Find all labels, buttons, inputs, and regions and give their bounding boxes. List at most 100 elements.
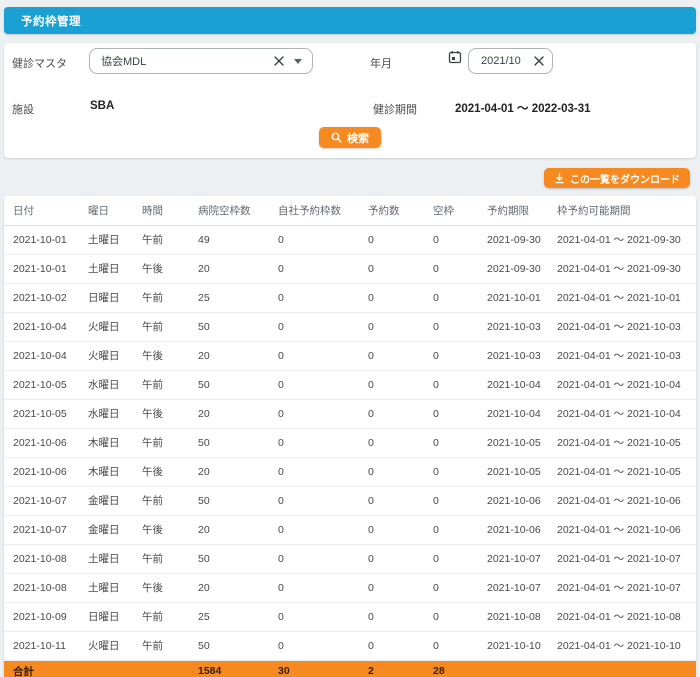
table-cell: 土曜日	[88, 254, 142, 283]
table-cell: 水曜日	[88, 370, 142, 399]
table-cell: 日曜日	[88, 283, 142, 312]
table-cell: 火曜日	[88, 312, 142, 341]
table-cell: 午前	[142, 312, 198, 341]
month-clear-icon[interactable]	[532, 54, 546, 68]
table-cell: 20	[198, 457, 278, 486]
table-cell: 0	[433, 254, 487, 283]
table-cell: 2021-10-05	[487, 457, 557, 486]
table-cell: 午前	[142, 486, 198, 515]
table-cell: 0	[433, 544, 487, 573]
table-cell: 0	[278, 254, 368, 283]
download-icon	[554, 173, 565, 184]
table-body: 2021-10-01土曜日午前490002021-09-302021-04-01…	[4, 225, 696, 660]
chevron-down-icon[interactable]	[294, 59, 302, 64]
table-cell: 2021-10-04	[487, 370, 557, 399]
table-cell: 0	[433, 399, 487, 428]
table-cell: 土曜日	[88, 225, 142, 254]
table-cell: 0	[433, 631, 487, 660]
table-cell: 午前	[142, 370, 198, 399]
table-cell: 20	[198, 341, 278, 370]
table-row: 2021-10-08土曜日午前500002021-10-072021-04-01…	[4, 544, 696, 573]
table-cell: 2021-10-09	[4, 602, 88, 631]
table-cell: 2021-10-07	[4, 486, 88, 515]
table-cell: 50	[198, 544, 278, 573]
footer-empty-cell	[142, 660, 198, 677]
table-cell: 49	[198, 225, 278, 254]
download-button-label: この一覧をダウンロード	[570, 171, 680, 186]
table-cell: 2021-04-01 ～ 2021-09-30	[557, 225, 696, 254]
page-title-bar: 予約枠管理	[4, 7, 696, 34]
table-cell: 2021-04-01 ～ 2021-10-08	[557, 602, 696, 631]
table-row: 2021-10-07金曜日午後200002021-10-062021-04-01…	[4, 515, 696, 544]
table-cell: 0	[368, 254, 433, 283]
table-cell: 2021-04-01 ～ 2021-10-03	[557, 312, 696, 341]
table-cell: 0	[278, 341, 368, 370]
table-cell: 2021-10-05	[487, 428, 557, 457]
table-cell: 2021-10-03	[487, 312, 557, 341]
table-footer-row: 合計 1584 30 2 28	[4, 660, 696, 677]
table-cell: 0	[368, 312, 433, 341]
table-row: 2021-10-02日曜日午前250002021-10-012021-04-01…	[4, 283, 696, 312]
footer-empty-cell	[557, 660, 696, 677]
table-cell: 0	[278, 602, 368, 631]
table-row: 2021-10-05水曜日午前500002021-10-042021-04-01…	[4, 370, 696, 399]
table-cell: 2021-04-01 ～ 2021-10-01	[557, 283, 696, 312]
table-cell: 午前	[142, 544, 198, 573]
table-cell: 0	[278, 631, 368, 660]
table-row: 2021-10-01土曜日午後200002021-09-302021-04-01…	[4, 254, 696, 283]
table-cell: 0	[433, 602, 487, 631]
table-cell: 0	[278, 428, 368, 457]
footer-empty-cell	[487, 660, 557, 677]
download-list-button[interactable]: この一覧をダウンロード	[544, 168, 690, 188]
table-cell: 午後	[142, 573, 198, 602]
table-cell: 2021-10-04	[4, 312, 88, 341]
table-cell: 50	[198, 370, 278, 399]
table-row: 2021-10-04火曜日午前500002021-10-032021-04-01…	[4, 312, 696, 341]
table-cell: 2021-04-01 ～ 2021-10-04	[557, 399, 696, 428]
table-cell: 0	[278, 399, 368, 428]
footer-own-slots-total: 30	[278, 660, 368, 677]
table-cell: 20	[198, 515, 278, 544]
search-button[interactable]: 検索	[319, 127, 381, 148]
master-clear-icon[interactable]	[272, 54, 286, 68]
table-cell: 50	[198, 428, 278, 457]
table-cell: 0	[278, 225, 368, 254]
filter-panel: 健診マスタ 協会MDL 年月 施設 SBA 健診期間 2021-04-01 ～ …	[4, 43, 696, 158]
calendar-icon[interactable]	[448, 50, 462, 64]
table-cell: 0	[433, 428, 487, 457]
table-cell: 午後	[142, 254, 198, 283]
table-row: 2021-10-06木曜日午前500002021-10-052021-04-01…	[4, 428, 696, 457]
table-cell: 午前	[142, 631, 198, 660]
table-cell: 2021-04-01 ～ 2021-10-07	[557, 573, 696, 602]
column-header: 枠予約可能期間	[557, 196, 696, 225]
table-cell: 0	[278, 457, 368, 486]
table-cell: 午前	[142, 225, 198, 254]
table-cell: 2021-10-01	[487, 283, 557, 312]
table-cell: 2021-04-01 ～ 2021-09-30	[557, 254, 696, 283]
table-cell: 0	[433, 370, 487, 399]
table-cell: 2021-09-30	[487, 225, 557, 254]
table-cell: 0	[278, 283, 368, 312]
table-cell: 2021-10-07	[487, 544, 557, 573]
master-select-value: 協会MDL	[90, 53, 272, 69]
column-header: 空枠	[433, 196, 487, 225]
table-cell: 0	[278, 486, 368, 515]
month-field-wrap	[468, 48, 553, 74]
column-header: 病院空枠数	[198, 196, 278, 225]
table-cell: 0	[368, 457, 433, 486]
table-cell: 水曜日	[88, 399, 142, 428]
table-cell: 0	[433, 312, 487, 341]
table-cell: 2021-04-01 ～ 2021-10-04	[557, 370, 696, 399]
table-cell: 2021-09-30	[487, 254, 557, 283]
table-cell: 2021-10-01	[4, 254, 88, 283]
table-cell: 0	[433, 341, 487, 370]
table-row: 2021-10-11火曜日午前500002021-10-102021-04-01…	[4, 631, 696, 660]
table-cell: 2021-04-01 ～ 2021-10-10	[557, 631, 696, 660]
table-cell: 午後	[142, 457, 198, 486]
master-select[interactable]: 協会MDL	[89, 48, 313, 74]
table-cell: 0	[278, 370, 368, 399]
table-cell: 20	[198, 573, 278, 602]
table-cell: 0	[368, 283, 433, 312]
table-row: 2021-10-09日曜日午前250002021-10-082021-04-01…	[4, 602, 696, 631]
table-cell: 0	[278, 312, 368, 341]
